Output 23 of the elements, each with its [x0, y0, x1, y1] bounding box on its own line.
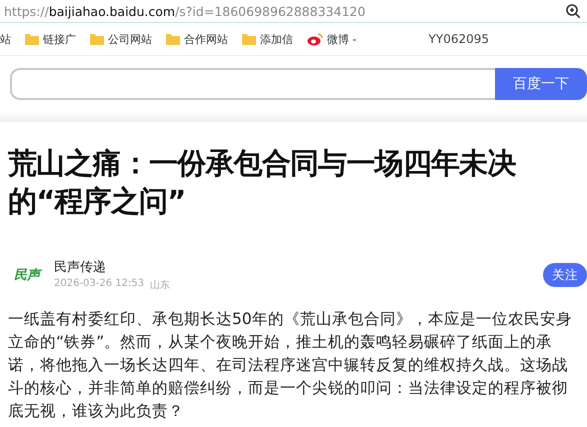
bookmark-item[interactable]: 链接广: [25, 32, 76, 46]
search-field[interactable]: [10, 68, 495, 100]
bookmark-item[interactable]: 微博 -: [307, 32, 356, 46]
bookmark-item[interactable]: 合作网站: [166, 32, 228, 46]
weibo-icon: [307, 32, 323, 46]
search-button[interactable]: 百度一下: [495, 68, 587, 100]
folder-icon: [25, 33, 39, 45]
folder-icon: [90, 33, 104, 45]
publish-location: 山东: [150, 278, 170, 292]
watermark-id: YY062095: [428, 32, 489, 46]
publish-date: 2026-03-26 12:53: [54, 278, 144, 291]
folder-icon: [242, 33, 256, 45]
author-name[interactable]: 民声传递: [54, 258, 170, 276]
follow-button[interactable]: 关注: [543, 263, 587, 287]
bookmark-item[interactable]: 添加信: [242, 32, 293, 46]
bookmark-label[interactable]: 站: [0, 32, 11, 46]
folder-icon: [166, 33, 180, 45]
author-logo: 民声: [13, 267, 43, 285]
article-paragraph: 一纸盖有村委红印、承包期长达50年的《荒山承包合同》，本应是一位农民安身立命的“铁券”。然而，从某个夜晚开始，推土机的轰鸣轻易碾碎了纸面上的承诺，将他拖入一场长达四年、在司法程序迷宫中辗转反复的维权持久战。这场战斗的核心，并非简单的赔偿纠纷，而是一个尖锐的叩问：当法律设定的程序被彻底无视，谁该为此负责？: [8, 309, 573, 422]
zoom-icon[interactable]: [566, 4, 581, 18]
bookmark-item[interactable]: 公司网站: [90, 32, 152, 46]
address-bar-url[interactable]: https://baijiahao.baidu.com/s?id=1860698962888334120: [4, 4, 366, 18]
article-title: 荒山之痛：一份承包合同与一场四年未决的“程序之问”: [8, 145, 518, 220]
